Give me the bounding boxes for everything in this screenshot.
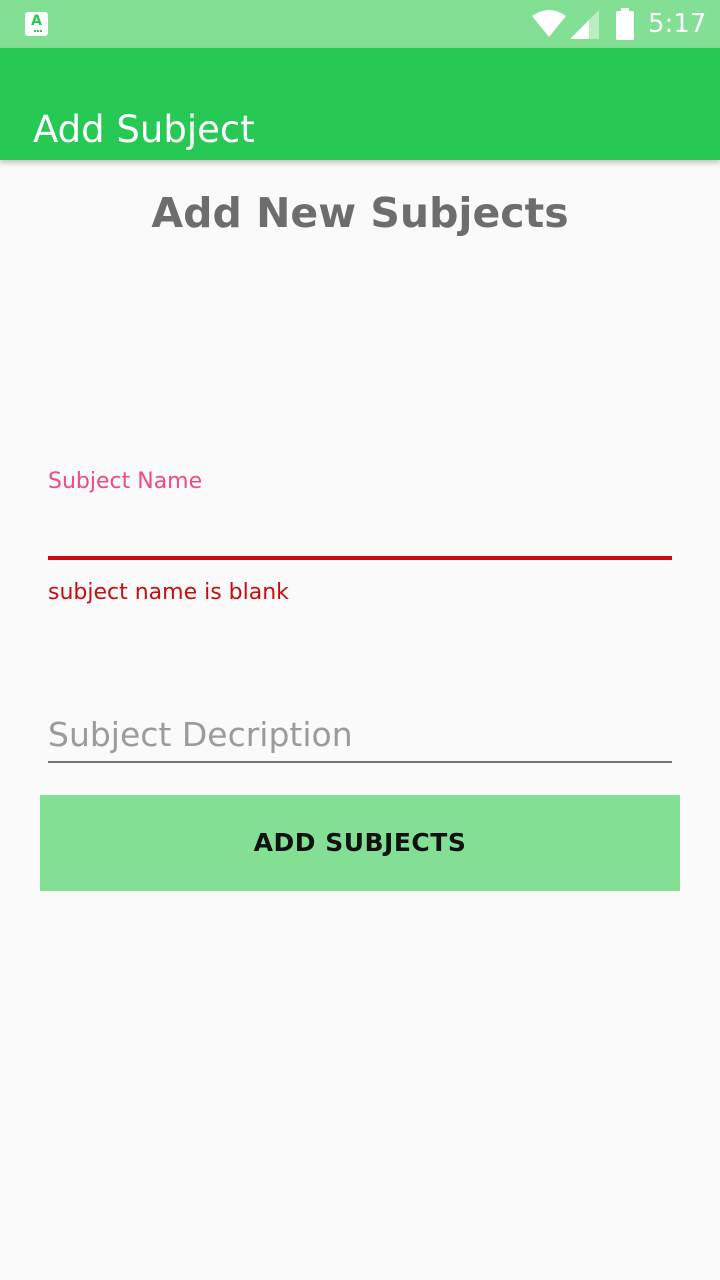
subject-name-error-underline (48, 556, 672, 560)
page-heading: Add New Subjects (151, 189, 569, 237)
wifi-icon (532, 10, 566, 37)
subject-name-field: Subject Name (48, 462, 672, 562)
subject-description-field (48, 708, 672, 764)
status-bar: A 5:17 (0, 0, 720, 48)
subject-name-error-text: subject name is blank (48, 580, 289, 605)
app-notification-icon-letter: A (31, 13, 42, 29)
cell-signal-icon (570, 10, 599, 39)
app-notification-icon: A (25, 12, 48, 36)
status-time: 5:17 (648, 9, 707, 39)
battery-icon (616, 8, 634, 40)
app-bar: Add Subject (0, 48, 720, 160)
subject-description-underline (48, 761, 672, 763)
subject-name-label: Subject Name (48, 469, 203, 494)
subject-description-input[interactable] (48, 708, 672, 760)
app-bar-title: Add Subject (33, 107, 255, 151)
add-subjects-button[interactable]: ADD SUBJECTS (40, 795, 680, 891)
subject-name-input[interactable] (48, 502, 672, 552)
